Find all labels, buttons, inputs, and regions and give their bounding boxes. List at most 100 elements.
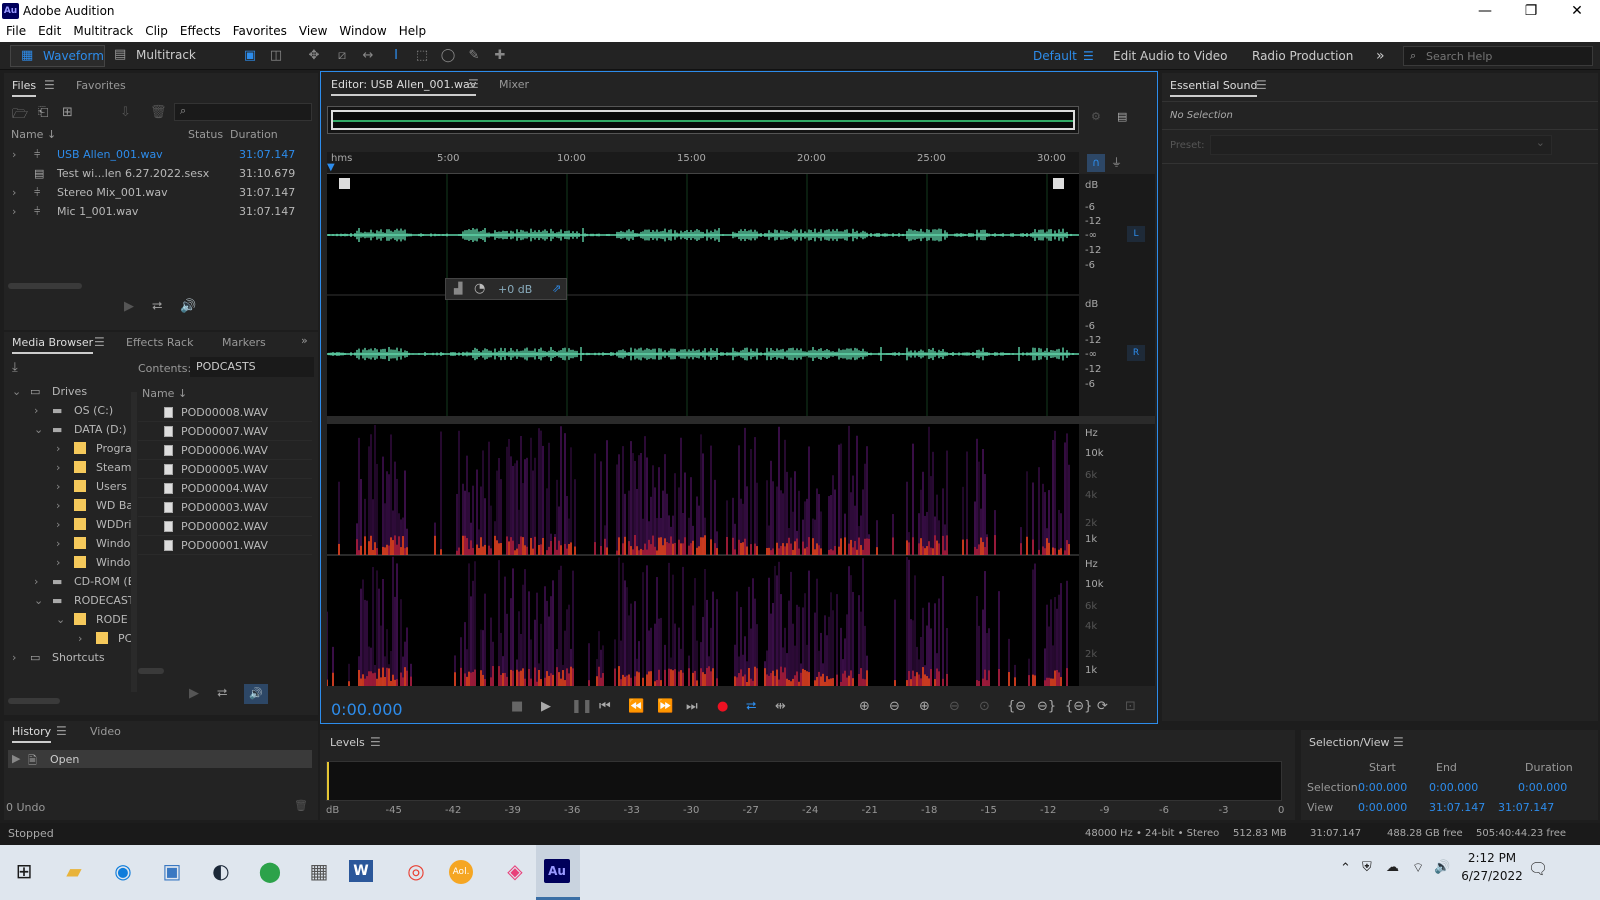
tab-media-browser[interactable]: Media Browser [12, 336, 93, 354]
expand-icon[interactable]: › [12, 648, 16, 667]
tree-item[interactable]: › Users [4, 477, 132, 496]
expand-icon[interactable]: › [56, 515, 60, 534]
selection-duration[interactable]: 0:00.000 [1518, 781, 1567, 794]
expand-icon[interactable]: › [56, 553, 60, 572]
hud-gain-control[interactable]: ▟ ◔ +0 dB ⇗ [445, 278, 567, 300]
volume-knob-icon[interactable]: ◔ [474, 281, 485, 296]
close-button[interactable]: ✕ [1554, 0, 1600, 23]
show-hidden-icons[interactable]: ⌃ [1340, 861, 1351, 876]
tree-item[interactable]: › ▬ OS (C:) [4, 401, 132, 420]
collapse-icon[interactable]: ⌄ [34, 420, 43, 439]
zoom-in-point-icon[interactable]: {⊖ [1007, 699, 1026, 714]
word-icon[interactable]: W [349, 860, 373, 882]
aol-icon[interactable]: Aol. [449, 860, 473, 884]
razor-tool-icon[interactable]: ⧄ [332, 46, 352, 66]
tree-item[interactable]: › PC [4, 629, 132, 648]
tree-item[interactable]: › Progra [4, 439, 132, 458]
fade-out-handle[interactable] [1053, 178, 1064, 189]
overview-viewport[interactable] [331, 110, 1075, 130]
marquee-tool-icon[interactable]: ⬚ [412, 46, 432, 66]
media-file-row[interactable]: POD00003.WAV [138, 498, 312, 517]
media-file-row[interactable]: POD00002.WAV [138, 517, 312, 536]
insert-icon[interactable]: ⇩ [120, 105, 131, 120]
files-col-name[interactable]: Name ↓ [11, 125, 56, 144]
spectral-frequency-icon[interactable]: ▣ [240, 46, 260, 66]
tab-markers[interactable]: Markers [222, 336, 266, 349]
green-app-icon[interactable]: ⬤ [252, 853, 288, 889]
fast-forward-icon[interactable]: ⏩ [657, 699, 673, 714]
tree-scrollbar[interactable] [8, 698, 60, 704]
clock-time[interactable]: 2:12 PM [1462, 851, 1522, 865]
tab-editor[interactable]: Editor: USB Allen_001.wav [331, 78, 476, 96]
loop-preview-icon[interactable]: ⮂ [217, 686, 227, 701]
file-row[interactable]: › ⫩ USB Allen_001.wav 31:07.147 [4, 145, 312, 164]
preset-dropdown[interactable]: ⌄ [1210, 135, 1552, 155]
pin-icon[interactable]: ⏚ [1111, 154, 1122, 170]
media-scrollbar[interactable] [138, 668, 164, 674]
menu-file[interactable]: File [0, 23, 32, 38]
zoom-selected-icon[interactable]: ⊡ [1125, 699, 1136, 714]
menu-favorites[interactable]: Favorites [227, 23, 293, 38]
media-col-name[interactable]: Name ↓ [142, 384, 187, 403]
tree-item[interactable]: › ▭ Shortcuts [4, 648, 132, 667]
menu-view[interactable]: View [293, 23, 333, 38]
zoom-in-time-icon[interactable]: ⊕ [919, 699, 930, 714]
new-file-icon[interactable]: ⊞ [62, 105, 73, 120]
expand-icon[interactable]: › [56, 439, 60, 458]
channel-r-toggle[interactable]: R [1127, 345, 1145, 361]
tree-item[interactable]: › WD Ba [4, 496, 133, 515]
media-file-row[interactable]: POD00005.WAV [138, 460, 312, 479]
trash-icon[interactable]: 🗑 [294, 799, 308, 812]
expand-icon[interactable]: › [56, 458, 60, 477]
menu-multitrack[interactable]: Multitrack [67, 23, 139, 38]
expand-icon[interactable]: › [34, 401, 38, 420]
time-ruler[interactable]: hms 5:00 10:00 15:00 20:00 25:00 30:00 ▼ [327, 152, 1079, 174]
levels-menu-icon[interactable]: ☰ [370, 735, 381, 749]
view-end[interactable]: 31:07.147 [1429, 801, 1485, 814]
media-file-row[interactable]: POD00008.WAV [138, 403, 312, 422]
collapse-icon[interactable]: ⌄ [12, 382, 21, 401]
workspace-menu-icon[interactable]: ☰ [1083, 47, 1094, 65]
clock-date[interactable]: 6/27/2022 [1458, 869, 1526, 883]
autoplay-speaker-icon[interactable]: 🔊 [180, 299, 196, 314]
rewind-icon[interactable]: ⏪ [628, 699, 644, 714]
expand-icon[interactable]: › [56, 534, 60, 553]
editor-menu-icon[interactable]: ☰ [468, 77, 479, 91]
zoom-selection-icon[interactable]: ⊙ [979, 699, 990, 714]
collapse-icon[interactable]: ⌄ [56, 610, 65, 629]
skip-selection-icon[interactable]: ⇹ [775, 699, 786, 714]
selection-end[interactable]: 0:00.000 [1429, 781, 1478, 794]
tree-item[interactable]: ⌄ RODE [4, 610, 132, 629]
media-browser-menu-icon[interactable]: ☰ [94, 335, 105, 349]
minimize-button[interactable]: — [1462, 0, 1508, 23]
file-explorer-icon[interactable]: ▰ [56, 853, 92, 889]
expand-icon[interactable]: › [56, 477, 60, 496]
expand-icon[interactable]: › [78, 629, 82, 648]
files-col-status[interactable]: Status [188, 125, 223, 144]
waveform-button[interactable]: ▦ Waveform [10, 45, 105, 67]
loop-preview-icon[interactable]: ⮂ [152, 299, 162, 314]
files-search-field[interactable]: ⌕ [174, 103, 312, 121]
panel-overflow-icon[interactable]: » [301, 334, 308, 347]
onedrive-icon[interactable]: ☁ [1386, 860, 1399, 875]
view-duration[interactable]: 31:07.147 [1498, 801, 1554, 814]
tree-item[interactable]: ⌄ ▭ Drives [4, 382, 132, 401]
move-tool-icon[interactable]: ✥ [304, 46, 324, 66]
chrome-icon[interactable]: ◎ [398, 853, 434, 889]
zoom-reset-icon[interactable]: ⟳ [1097, 699, 1108, 714]
expand-icon[interactable]: › [56, 496, 60, 515]
file-row[interactable]: › ⫩ Mic 1_001.wav 31:07.147 [4, 202, 312, 221]
skip-previous-icon[interactable]: ⏮ [599, 699, 611, 714]
selection-view-menu-icon[interactable]: ☰ [1393, 735, 1404, 749]
media-file-row[interactable]: POD00001.WAV [138, 536, 312, 555]
zoom-out-time-icon[interactable]: ⊖ [949, 699, 960, 714]
media-file-row[interactable]: POD00006.WAV [138, 441, 312, 460]
tree-item[interactable]: › ▬ CD-ROM (E [4, 572, 135, 591]
volume-icon[interactable]: 🔊 [1434, 860, 1450, 875]
essential-sound-menu-icon[interactable]: ☰ [1256, 78, 1267, 92]
fade-in-handle[interactable] [339, 178, 350, 189]
security-icon[interactable]: ⛨ [1362, 860, 1372, 875]
play-icon[interactable]: ▶ [541, 699, 551, 714]
record-icon[interactable]: ● [717, 699, 728, 714]
search-help-field[interactable]: ⌕ [1403, 46, 1593, 66]
